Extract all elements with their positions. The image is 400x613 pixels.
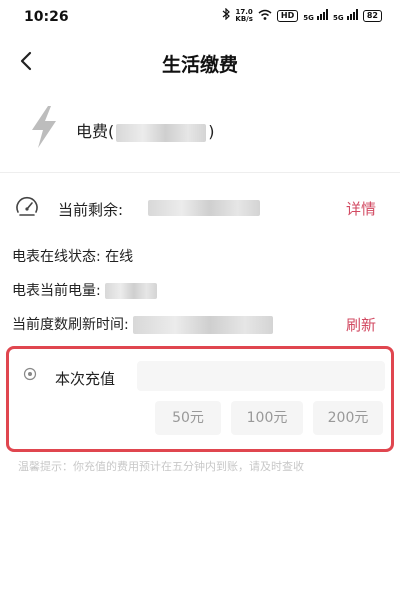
balance-row: 当前剩余: 详情 [14, 192, 376, 222]
redacted-power [104, 283, 157, 299]
refresh-time-label: 当前度数刷新时间: [12, 317, 129, 333]
nav-bar: 生活缴费 [0, 40, 400, 84]
signal-1: 5G [303, 8, 329, 23]
refresh-link[interactable]: 刷新 [346, 314, 376, 335]
bluetooth-icon [222, 7, 231, 23]
recharge-label: 本次充值 [55, 370, 116, 388]
fee-row: 电费() [20, 100, 380, 156]
hd-badge: HD [276, 9, 299, 22]
hint-text: 温馨提示：你充值的费用预计在五分钟内到账，请及时查收 [18, 460, 304, 473]
redacted-balance [148, 200, 260, 216]
balance-label: 当前剩余: [58, 201, 124, 219]
network-speed: 17.0 KB/s [235, 7, 253, 23]
online-status-value: 在线 [105, 249, 134, 265]
gauge-icon [16, 196, 38, 216]
signal-2: 5G [333, 8, 358, 23]
online-status-label: 电表在线状态: [12, 249, 101, 265]
radio-dot-icon [23, 367, 37, 381]
signal-bars-icon [317, 8, 329, 20]
battery-icon: 82 [362, 9, 382, 22]
redacted-account [116, 123, 207, 142]
redacted-refresh-time [132, 316, 273, 334]
lightning-bolt-icon [32, 106, 56, 148]
fee-label: 电费() [76, 122, 215, 142]
recharge-amount-input[interactable] [137, 361, 385, 391]
status-bar: 10:26 17.0 KB/s HD 5G 5G 82 [0, 0, 400, 36]
recharge-box: 本次充值 50元 100元 200元 [6, 346, 394, 452]
wifi-icon [258, 9, 272, 23]
detail-link[interactable]: 详情 [346, 198, 376, 219]
status-time: 10:26 [24, 9, 69, 25]
amount-chip-100[interactable]: 100元 [231, 401, 303, 435]
amount-chip-50[interactable]: 50元 [155, 401, 221, 435]
page-title: 生活缴费 [161, 54, 238, 76]
meter-online-status: 电表在线状态: 在线 [12, 246, 376, 266]
signal-bars-icon [346, 8, 358, 20]
status-icons: 17.0 KB/s HD 5G 5G 82 [222, 7, 382, 23]
meter-current-power: 电表当前电量: [12, 280, 376, 300]
current-power-label: 电表当前电量: [12, 283, 101, 299]
divider [0, 172, 400, 173]
meter-refresh-time: 当前度数刷新时间: 刷新 [12, 314, 376, 334]
amount-chip-200[interactable]: 200元 [313, 401, 383, 435]
